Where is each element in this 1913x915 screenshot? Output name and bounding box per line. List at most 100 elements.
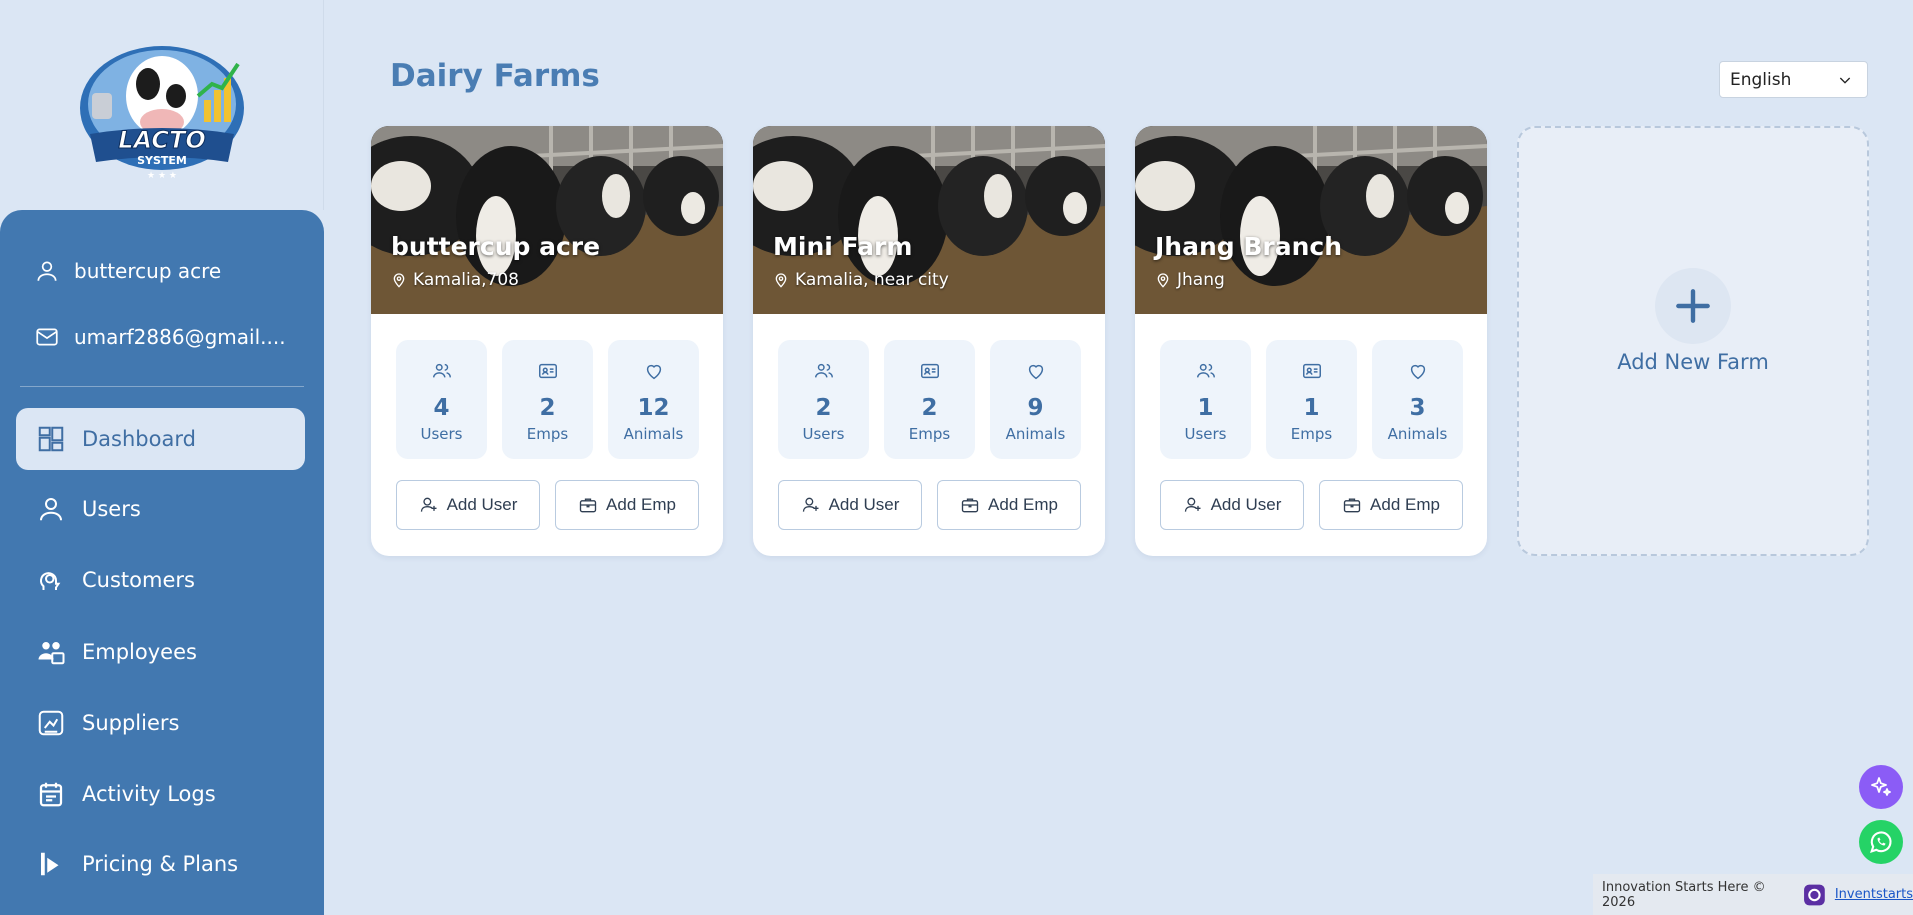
add-user-label: Add User [828, 495, 900, 514]
stat-animals: 12 Animals [608, 340, 699, 459]
farm-stats: 1 Users 1 Emps 3 Animals [1160, 340, 1463, 459]
id-card-icon [920, 363, 939, 379]
stat-emps-value: 2 [539, 395, 556, 421]
id-card-icon [1302, 363, 1321, 379]
sidebar-header: LACTO SYSTEM ★ ★ ★ [0, 0, 324, 210]
stat-animals-value: 9 [1027, 395, 1044, 421]
add-user-button[interactable]: Add User [396, 480, 540, 530]
language-select[interactable]: English [1719, 61, 1868, 98]
stat-animals-value: 12 [637, 395, 670, 421]
sidebar-item-label: Customers [82, 568, 195, 592]
add-new-farm-label: Add New Farm [1617, 350, 1769, 374]
sidebar-item-suppliers[interactable]: Suppliers [16, 692, 305, 754]
stat-emps: 2 Emps [502, 340, 593, 459]
sidebar-item-label: Dashboard [82, 427, 196, 451]
add-user-button[interactable]: Add User [1160, 480, 1304, 530]
farm-name: buttercup acre [391, 232, 601, 261]
farm-card-actions: Add User Add Emp [396, 480, 699, 530]
stat-users: 2 Users [778, 340, 869, 459]
sidebar-divider [20, 386, 304, 387]
stat-animals: 9 Animals [990, 340, 1081, 459]
farm-card[interactable]: Jhang Branch Jhang 1 Users 1 Emps 3 Anim… [1135, 126, 1487, 556]
sparkle-icon [1871, 777, 1891, 796]
add-emp-button[interactable]: Add Emp [1319, 480, 1463, 530]
add-emp-label: Add Emp [1370, 495, 1440, 514]
heart-icon [646, 364, 661, 380]
farm-stats: 2 Users 2 Emps 9 Animals [778, 340, 1081, 459]
sidebar-item-users[interactable]: Users [16, 478, 305, 540]
pricing-icon [41, 852, 59, 876]
users-icon [814, 363, 833, 378]
whatsapp-button[interactable] [1859, 820, 1903, 864]
add-user-label: Add User [1210, 495, 1282, 514]
heart-icon [1410, 364, 1425, 380]
stat-animals-value: 3 [1409, 395, 1426, 421]
stat-users-value: 1 [1197, 395, 1214, 421]
map-pin-icon [1157, 273, 1169, 288]
sidebar-item-label: Activity Logs [82, 782, 216, 806]
inventstarts-logo [1804, 884, 1825, 905]
stat-users-value: 4 [433, 395, 450, 421]
footer-text: Innovation Starts Here © 2026 [1602, 879, 1766, 910]
chevron-down-icon [1839, 77, 1851, 84]
briefcase-icon [579, 498, 597, 513]
farm-location-text: Kamalia, near city [795, 270, 949, 290]
customers-icon [40, 572, 61, 590]
profile-name-row: buttercup acre [34, 258, 221, 284]
user-icon [40, 498, 62, 521]
farm-card-actions: Add User Add Emp [1160, 480, 1463, 530]
sidebar: buttercup acre umarf2886@gmail.... Dashb… [0, 210, 324, 915]
sidebar-item-label: Pricing & Plans [82, 852, 239, 876]
sidebar-item-label: Suppliers [82, 711, 180, 735]
sidebar-item-pricing-plans[interactable]: Pricing & Plans [16, 833, 305, 895]
farm-card-actions: Add User Add Emp [778, 480, 1081, 530]
sidebar-item-label: Users [82, 497, 141, 521]
map-pin-icon [393, 273, 405, 288]
employees-icon [38, 642, 65, 665]
briefcase-icon [1343, 498, 1361, 513]
sidebar-item-activity-logs[interactable]: Activity Logs [16, 763, 305, 825]
user-plus-icon [1184, 497, 1201, 512]
add-emp-button[interactable]: Add Emp [555, 480, 699, 530]
sidebar-item-dashboard[interactable]: Dashboard [16, 408, 305, 470]
sidebar-item-customers[interactable]: Customers [16, 549, 305, 611]
briefcase-icon [961, 498, 979, 513]
page-title: Dairy Farms [390, 58, 600, 94]
farm-card-image: Jhang Branch Jhang [1135, 126, 1487, 314]
add-farm-circle [1655, 268, 1731, 344]
stat-emps-value: 2 [921, 395, 938, 421]
mail-icon [36, 328, 58, 346]
stat-users: 1 Users [1160, 340, 1251, 459]
stat-users-label: Users [802, 425, 845, 443]
svg-text:★ ★ ★: ★ ★ ★ [147, 171, 177, 181]
user-plus-icon [802, 497, 819, 512]
add-emp-button[interactable]: Add Emp [937, 480, 1081, 530]
lacto-system-logo: LACTO SYSTEM ★ ★ ★ [80, 46, 244, 181]
farm-card-image: Mini Farm Kamalia, near city [753, 126, 1105, 314]
farm-location: Jhang [1155, 270, 1225, 290]
farm-name: Mini Farm [773, 232, 913, 261]
stat-emps-label: Emps [526, 425, 569, 443]
add-user-button[interactable]: Add User [778, 480, 922, 530]
profile-name: buttercup acre [74, 259, 222, 283]
stat-animals: 3 Animals [1372, 340, 1463, 459]
ai-assistant-button[interactable] [1859, 765, 1903, 809]
stat-emps: 1 Emps [1266, 340, 1357, 459]
farm-card[interactable]: Mini Farm Kamalia, near city 2 Users 2 E… [753, 126, 1105, 556]
language-value: English [1730, 69, 1792, 90]
inventstarts-link[interactable]: Inventstarts [1835, 887, 1913, 902]
svg-text:LACTO: LACTO [118, 126, 206, 154]
users-icon [432, 363, 451, 378]
add-new-farm-card[interactable]: Add New Farm [1517, 126, 1869, 556]
stat-emps-label: Emps [908, 425, 951, 443]
stat-animals-label: Animals [1387, 425, 1448, 443]
footer: Innovation Starts Here © 2026 Inventstar… [1593, 874, 1913, 915]
farm-card[interactable]: buttercup acre Kamalia,708 4 Users 2 Emp… [371, 126, 723, 556]
stat-emps-label: Emps [1290, 425, 1333, 443]
stat-emps: 2 Emps [884, 340, 975, 459]
sidebar-item-employees[interactable]: Employees [16, 621, 305, 683]
farm-location: Kamalia, near city [773, 270, 949, 290]
user-plus-icon [420, 497, 437, 512]
stat-users-label: Users [420, 425, 463, 443]
stat-users-label: Users [1184, 425, 1227, 443]
